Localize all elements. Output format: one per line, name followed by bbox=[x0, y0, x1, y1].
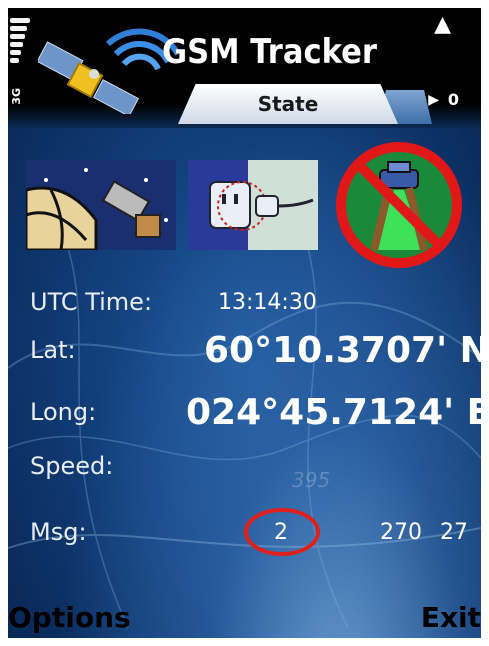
profile-icon: ▲ bbox=[434, 12, 451, 37]
options-softkey[interactable]: Options bbox=[8, 601, 131, 634]
signal-strength-icon bbox=[10, 18, 32, 66]
utc-time-label: UTC Time: bbox=[30, 288, 153, 316]
power-plug-icon bbox=[188, 160, 318, 250]
message-value-b: 27 bbox=[440, 520, 468, 545]
gps-satellite-map-icon bbox=[26, 160, 176, 250]
app-screen: 3G GSM Tracker ▲ State ▶ 0 UTC Time: 13:… bbox=[8, 8, 481, 638]
softkey-bar: Options Exit bbox=[8, 594, 481, 638]
latitude-label: Lat: bbox=[30, 336, 76, 364]
speed-label: Speed: bbox=[30, 452, 114, 480]
status-icon-row bbox=[8, 138, 481, 268]
utc-time-value: 13:14:30 bbox=[218, 290, 317, 315]
message-value-a: 270 bbox=[380, 520, 422, 545]
network-type-label: 3G bbox=[10, 88, 23, 105]
tab-state[interactable]: State bbox=[178, 84, 398, 124]
exit-softkey[interactable]: Exit bbox=[421, 601, 481, 634]
tab-right-arrow-icon[interactable]: ▶ bbox=[428, 92, 439, 108]
tab-bar: State bbox=[178, 84, 438, 126]
message-label: Msg: bbox=[30, 518, 87, 546]
latitude-value: 60°10.3707' N bbox=[204, 330, 481, 371]
app-title: GSM Tracker bbox=[162, 32, 378, 72]
map-road-number: 395 bbox=[292, 468, 331, 492]
message-count: 2 bbox=[274, 520, 288, 545]
longitude-label: Long: bbox=[30, 398, 97, 426]
tab-counter: 0 bbox=[447, 90, 459, 109]
tracking-disabled-icon bbox=[336, 142, 462, 268]
longitude-value: 024°45.7124' E bbox=[186, 392, 481, 433]
